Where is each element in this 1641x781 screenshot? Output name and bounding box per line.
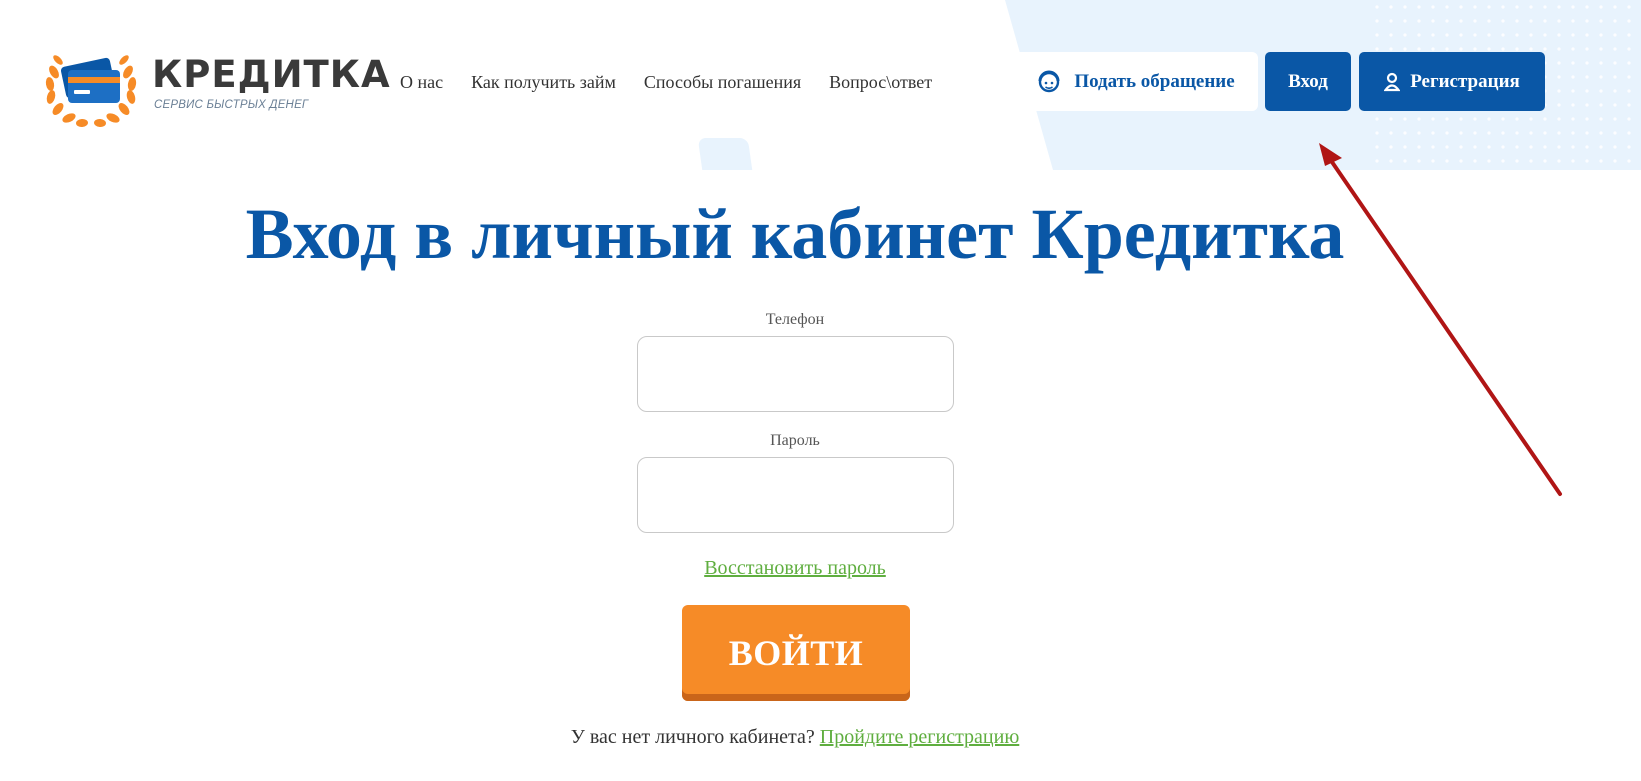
- logo-subtitle: СЕРВИС БЫСТРЫХ ДЕНЕГ: [154, 99, 309, 111]
- decorative-shape: [697, 138, 753, 170]
- laurel-wreath-icon: [45, 55, 137, 128]
- register-link[interactable]: Пройдите регистрацию: [820, 726, 1020, 748]
- login-button[interactable]: Вход: [1265, 52, 1351, 111]
- password-input[interactable]: [637, 457, 954, 533]
- phone-label: Телефон: [765, 311, 825, 328]
- credit-card-icon: [60, 57, 120, 103]
- main-nav: О нас Как получить займ Способы погашени…: [400, 72, 960, 93]
- password-label: Пароль: [770, 432, 820, 449]
- phone-input[interactable]: [637, 336, 954, 412]
- page-title: Вход в личный кабинет Кредитка: [245, 194, 1345, 274]
- no-account-line: У вас нет личного кабинета? Пройдите рег…: [0, 726, 1590, 749]
- logo[interactable]: КРЕДИТКА СЕРВИС БЫСТРЫХ ДЕНЕГ: [44, 44, 390, 130]
- submit-login-button[interactable]: ВОЙТИ: [682, 605, 910, 701]
- nav-item-how-to-get-loan[interactable]: Как получить займ: [471, 72, 616, 93]
- nav-item-about[interactable]: О нас: [400, 72, 443, 93]
- support-agent-icon: [1038, 70, 1060, 92]
- nav-item-faq[interactable]: Вопрос\ответ: [829, 72, 932, 93]
- logo-title: КРЕДИТКА: [152, 53, 391, 96]
- register-button[interactable]: Регистрация: [1359, 52, 1545, 111]
- restore-password-link[interactable]: Восстановить пароль: [0, 557, 1590, 580]
- login-label: Вход: [1288, 70, 1328, 92]
- nav-item-repayment-methods[interactable]: Способы погашения: [644, 72, 801, 93]
- submit-appeal-label: Подать обращение: [1074, 70, 1235, 92]
- user-icon: [1384, 72, 1401, 91]
- no-account-text: У вас нет личного кабинета?: [570, 726, 815, 748]
- submit-appeal-button[interactable]: Подать обращение: [1013, 52, 1258, 111]
- submit-login-label: ВОЙТИ: [728, 633, 864, 673]
- register-label: Регистрация: [1410, 70, 1520, 92]
